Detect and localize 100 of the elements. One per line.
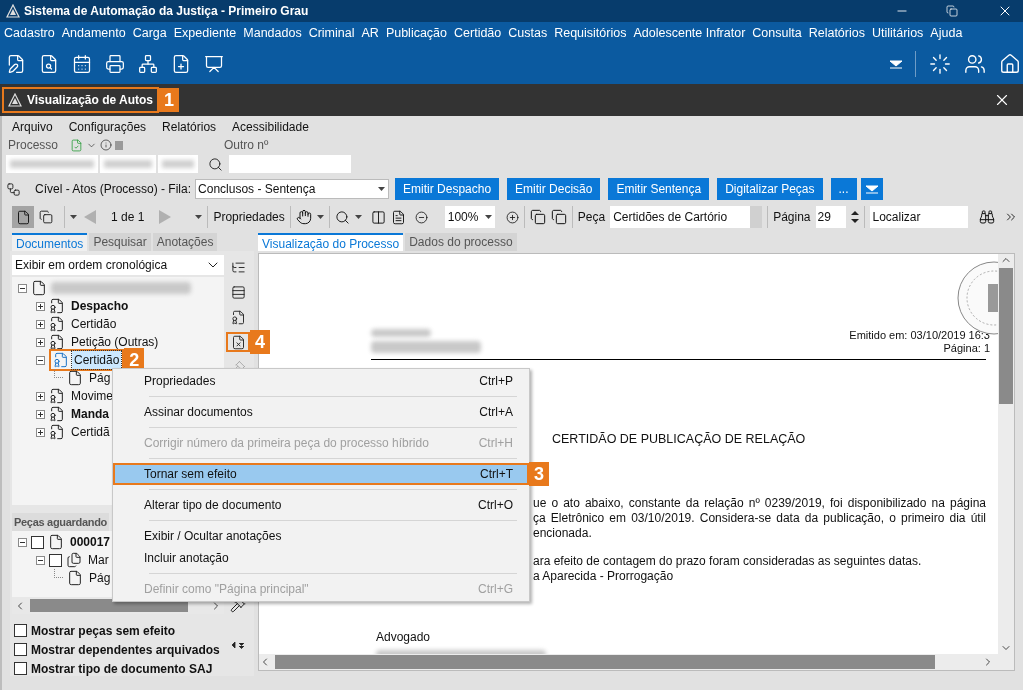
certificate-document-icon[interactable] [49,316,65,332]
checkbox[interactable] [31,535,44,549]
expand-icon[interactable] [36,337,45,347]
search-field[interactable]: Localizar [869,206,968,228]
dropdown-icon[interactable] [865,184,878,194]
document-icon[interactable] [67,370,83,386]
caret-icon[interactable] [484,215,492,219]
caret-icon[interactable] [354,215,362,219]
collapse-icon[interactable] [36,355,45,365]
document-icon[interactable] [31,280,47,296]
copy-icon[interactable] [550,209,567,225]
restore-icon[interactable] [946,5,958,17]
order-select[interactable]: Exibir em ordem cronológica [12,255,224,275]
checkbox[interactable] [14,662,27,675]
menu-item[interactable]: Criminal [308,23,355,43]
certificate-document-icon[interactable] [49,334,65,350]
properties-button[interactable]: Propriedades [213,208,285,226]
certificate-document-icon[interactable] [49,388,65,404]
menu-item[interactable]: AR [361,23,379,43]
menu-item[interactable]: Arquivo [12,118,53,136]
context-menu-item[interactable]: Exibir / Ocultar anotações [113,525,529,547]
tree-item[interactable]: Manda [69,405,111,423]
panel-tab[interactable]: Documentos [12,233,88,251]
menu-item[interactable]: Expediente [173,23,237,43]
collapse-icon[interactable] [18,283,27,293]
calendar-icon[interactable] [72,54,92,74]
context-menu-item[interactable]: Propriedades Ctrl+P [113,370,529,392]
action-button[interactable]: Emitir Sentença [608,178,710,200]
action-button[interactable]: Emitir Despacho [395,178,500,200]
expand-icon[interactable] [36,427,45,437]
tree-item[interactable]: Movime [69,387,115,405]
menu-item[interactable]: Cadastro [4,23,55,43]
menu-item[interactable]: Requisitórios [554,23,627,43]
zoom-out-icon[interactable] [414,210,428,224]
piece-select[interactable]: Certidões de Cartório [610,206,763,228]
viewer-tab[interactable]: Dados do processo [405,233,517,251]
edit-document-icon[interactable] [6,54,26,74]
action-button[interactable]: Digitalizar Peças [717,178,823,200]
workflow-icon[interactable] [6,181,21,197]
printer-icon[interactable] [105,54,125,74]
checkbox[interactable] [14,624,27,637]
expand-icon[interactable] [36,409,45,419]
info-icon[interactable] [100,139,112,151]
board-icon[interactable] [204,54,224,74]
checkbox[interactable] [14,643,27,656]
certificate-document-icon[interactable] [49,298,65,314]
zoom-icon[interactable] [334,209,350,225]
option-label[interactable]: Mostrar dependentes arquivados [31,640,220,659]
menu-item[interactable]: Publicação [385,23,448,43]
caret-icon[interactable] [70,215,77,219]
collapse-icon[interactable] [18,537,27,547]
hand-icon[interactable] [295,209,312,225]
checkbox[interactable] [49,553,62,567]
process-number-field[interactable] [6,155,98,173]
loader-icon[interactable] [929,53,951,75]
scroll-arrows-icon[interactable] [231,640,245,650]
search-document-icon[interactable] [39,54,59,74]
tree-item[interactable]: Pág [87,569,113,587]
menu-item[interactable]: Consulta [752,23,802,43]
documents-icon[interactable] [66,552,82,568]
context-menu-item[interactable]: Incluir anotação [113,547,529,569]
other-number-field[interactable] [229,155,351,173]
menu-item[interactable]: Ajuda [930,23,963,43]
hierarchy-icon[interactable] [138,54,158,74]
dropdown-icon[interactable] [890,59,902,69]
panel-tab[interactable]: Pesquisar [89,233,151,251]
certificate-document-icon[interactable] [49,424,65,440]
action-button[interactable]: ... [830,178,857,200]
document-check-icon[interactable] [70,138,83,152]
users-icon[interactable] [964,53,986,75]
menu-item[interactable]: Relatórios [808,23,865,43]
action-button[interactable]: Emitir Decisão [507,178,601,200]
context-menu-item[interactable]: Assinar documentos Ctrl+A [113,401,529,423]
spinner-icon[interactable] [850,210,859,224]
context-menu-item[interactable]: Tornar sem efeito Ctrl+T [113,463,529,485]
process-number-field[interactable] [100,155,156,173]
tree-item[interactable]: Pág [87,369,113,387]
expand-icon[interactable] [36,301,45,311]
tree-item[interactable]: 000017 [68,533,113,551]
caret-icon[interactable] [378,187,386,191]
tree-item[interactable]: Despacho [69,297,131,315]
menu-item[interactable]: Acessibilidade [232,118,309,136]
document-icon[interactable] [67,570,83,586]
fit-page-icon[interactable] [390,209,406,225]
page-field[interactable]: 29 [815,206,846,228]
panel-tab[interactable]: Anotações [152,233,218,251]
queue-select[interactable]: Conclusos - Sentença [195,179,390,199]
home-icon[interactable] [999,53,1021,75]
collapse-icon[interactable] [36,555,45,565]
caret-icon[interactable] [316,215,324,219]
expand-icon[interactable] [36,319,45,329]
tree-item[interactable]: Petição (Outras) [69,333,161,351]
document-icon[interactable] [48,534,64,550]
fit-width-icon[interactable] [370,209,386,225]
option-label[interactable]: Mostrar peças sem efeito [31,621,176,640]
tree-item[interactable]: Certidã [69,423,112,441]
copy-icon[interactable] [39,210,53,224]
option-label[interactable]: Mostrar tipo de documento SAJ [31,659,213,678]
add-document-icon[interactable] [171,54,191,74]
menu-item[interactable]: Custas [508,23,548,43]
